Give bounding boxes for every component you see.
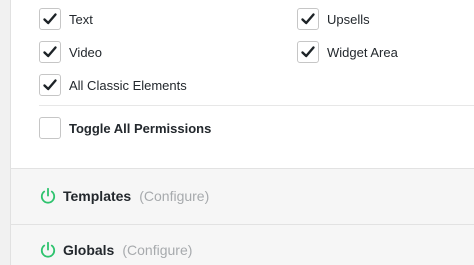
checkmark-icon [301, 13, 315, 25]
checkmark-icon [43, 46, 57, 58]
globals-header[interactable]: Globals (Configure) [39, 241, 192, 259]
permission-label: All Classic Elements [69, 77, 187, 93]
permission-text[interactable]: Text [39, 8, 93, 30]
templates-header[interactable]: Templates (Configure) [39, 187, 209, 205]
power-icon[interactable] [39, 187, 57, 205]
checkmark-icon [301, 46, 315, 58]
permission-upsells[interactable]: Upsells [297, 8, 370, 30]
toggle-all-label: Toggle All Permissions [69, 120, 212, 136]
permission-all-classic-elements[interactable]: All Classic Elements [39, 74, 187, 96]
checkbox-video[interactable] [39, 41, 61, 63]
permission-widget-area[interactable]: Widget Area [297, 41, 398, 63]
checkbox-all-classic-elements[interactable] [39, 74, 61, 96]
power-icon[interactable] [39, 241, 57, 259]
permissions-panel: Text Upsells Video Widget Area All Class [10, 0, 474, 168]
checkmark-icon [43, 79, 57, 91]
permission-video[interactable]: Video [39, 41, 102, 63]
configure-link[interactable]: (Configure) [122, 242, 192, 258]
checkbox-widget-area[interactable] [297, 41, 319, 63]
permission-label: Text [69, 11, 93, 27]
toggle-all-permissions[interactable]: Toggle All Permissions [39, 117, 211, 139]
checkbox-toggle-all[interactable] [39, 117, 61, 139]
checkbox-upsells[interactable] [297, 8, 319, 30]
checkmark-icon [43, 13, 57, 25]
section-title: Templates [63, 188, 132, 204]
checkbox-text[interactable] [39, 8, 61, 30]
permission-label: Widget Area [327, 44, 398, 60]
page: Text Upsells Video Widget Area All Class [0, 0, 474, 265]
section-title: Globals [63, 242, 115, 258]
configure-link[interactable]: (Configure) [139, 188, 209, 204]
globals-section: Globals (Configure) [10, 224, 474, 265]
permission-label: Video [69, 44, 103, 60]
permission-label: Upsells [327, 11, 370, 27]
divider [39, 105, 474, 106]
templates-section: Templates (Configure) [10, 168, 474, 225]
